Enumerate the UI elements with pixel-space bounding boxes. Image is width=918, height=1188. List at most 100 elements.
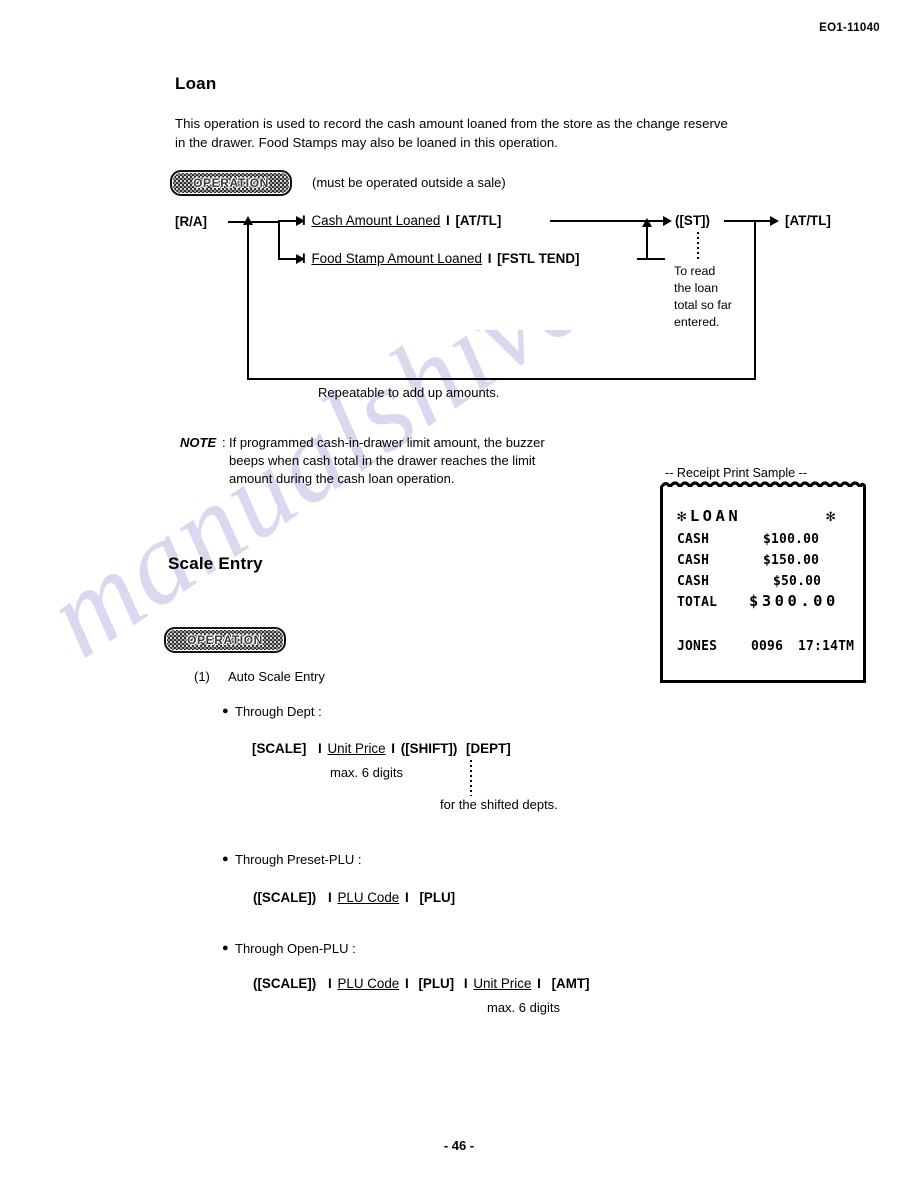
receipt-row-label-1: CASH: [677, 553, 710, 568]
loan-intro-line2: in the drawer. Food Stamps may also be l…: [175, 135, 558, 150]
operation-badge-label: OPERATION: [193, 176, 269, 190]
receipt-footer-clerk: JONES: [677, 639, 718, 654]
flow-stem-line: [228, 221, 280, 223]
scale-dept-key-shift: ([SHIFT]): [400, 741, 458, 756]
scale-open-sep-3: I: [463, 976, 468, 991]
scale-dept-dotted-line: [470, 760, 472, 796]
scale-preset-plu-title: Through Preset-PLU :: [235, 852, 362, 867]
scale-open-max-digits: max. 6 digits: [487, 1000, 560, 1015]
scale-open-field-plu-code: PLU Code: [337, 976, 400, 991]
scale-dept-key-scale: [SCALE]: [252, 741, 307, 756]
scale-item1-number: (1): [194, 669, 210, 684]
flow-sep-2: I: [446, 213, 450, 228]
receipt-title-right-star: ✻: [826, 507, 839, 525]
manual-page: manualshive.com EO1-11040 Loan This oper…: [0, 0, 918, 1188]
scale-dept-shift-note: for the shifted depts.: [440, 797, 558, 812]
scale-dept-sequence: [SCALE] I Unit Price I ([SHIFT]) [DEPT]: [252, 741, 511, 756]
flow-end-key: [AT/TL]: [785, 213, 831, 228]
receipt-row-label-2: CASH: [677, 574, 710, 589]
receipt-total-label: TOTAL: [677, 595, 718, 610]
flow-row1-line: [278, 220, 298, 222]
flow-row1-key: [AT/TL]: [455, 213, 502, 228]
scale-preset-key-scale: ([SCALE]): [253, 890, 317, 905]
scale-open-sep-4: I: [537, 976, 541, 991]
scale-dept-sep-1: I: [318, 741, 322, 756]
flow-spine-vertical: [247, 221, 249, 380]
flow-return-horizontal: [247, 378, 756, 380]
operation-badge-loan: OPERATION: [170, 170, 292, 196]
scale-open-key-plu: [PLU]: [418, 976, 455, 991]
receipt-title: ✻LOAN: [677, 507, 742, 525]
flow-st-arrow: [663, 216, 672, 226]
flow-sep-1: I: [302, 213, 306, 228]
receipt-row-amount-0: $100.00: [763, 532, 820, 547]
flow-row1-field: Cash Amount Loaned: [311, 213, 441, 228]
flow-return-vertical: [754, 221, 756, 380]
scale-open-plu-title: Through Open-PLU :: [235, 941, 356, 956]
scale-open-field-unit-price: Unit Price: [473, 976, 532, 991]
scale-open-key-amt: [AMT]: [551, 976, 590, 991]
flow-repeat-caption: Repeatable to add up amounts.: [318, 385, 500, 400]
document-header-code: EO1-11040: [819, 22, 880, 34]
flow-st-note-l4: entered.: [674, 315, 720, 329]
section-heading-scale-entry: Scale Entry: [168, 554, 263, 573]
scale-open-plu-sequence: ([SCALE]) I PLU Code I [PLU] I Unit Pric…: [253, 976, 590, 991]
flow-merge-arrow-up: [642, 218, 652, 227]
flow-st-dotted-line: [697, 232, 699, 262]
loan-intro-line1: This operation is used to record the cas…: [175, 116, 728, 131]
receipt-total-amount: $300.00: [749, 592, 839, 610]
receipt-footer-counter: 0096: [751, 639, 784, 654]
receipt-row-label-0: CASH: [677, 532, 710, 547]
scale-dept-max-digits: max. 6 digits: [330, 765, 403, 780]
note-line2: beeps when cash total in the drawer reac…: [229, 453, 536, 468]
receipt-row-amount-1: $150.00: [763, 553, 820, 568]
page-number: - 46 -: [443, 1138, 475, 1153]
scale-item1-label: Auto Scale Entry: [228, 669, 325, 684]
flow-sep-3: I: [302, 251, 306, 266]
flow-end-line: [724, 220, 772, 222]
note-colon: :: [222, 435, 226, 450]
receipt-body: ✻LOAN ✻ CASH $100.00 CASH $150.00 CASH $…: [663, 487, 863, 680]
flow-row2-line: [278, 258, 298, 260]
section-heading-loan: Loan: [175, 74, 217, 93]
loan-operation-note: (must be operated outside a sale): [312, 175, 506, 190]
flow-merge-vertical: [646, 226, 648, 260]
scale-preset-field-plu-code: PLU Code: [337, 890, 400, 905]
flow-st-note-l2: the loan: [674, 281, 719, 295]
scale-open-sep-1: I: [327, 976, 332, 991]
scale-dept-sep-2: I: [391, 741, 396, 756]
flow-row2-sequence: I Food Stamp Amount Loaned I [FSTL TEND]: [300, 251, 579, 266]
bullet-open-plu-icon: ●: [222, 942, 229, 954]
flow-end-arrow: [770, 216, 779, 226]
receipt-footer-time: 17:14TM: [798, 639, 855, 654]
note-line3: amount during the cash loan operation.: [229, 471, 455, 486]
scale-preset-sep-1: I: [327, 890, 332, 905]
flow-spine-arrow-up: [243, 216, 253, 225]
bullet-dept-icon: ●: [222, 705, 229, 717]
scale-open-sep-2: I: [404, 976, 409, 991]
scale-preset-sep-2: I: [404, 890, 409, 905]
flow-st-note-l3: total so far: [674, 298, 732, 312]
note-label: NOTE: [180, 435, 217, 450]
flow-st-key: ([ST]): [675, 213, 710, 228]
scale-dept-field-unit-price: Unit Price: [327, 741, 386, 756]
flow-merge-bottom-line: [637, 258, 665, 260]
flow-st-note: To read the loan total so far entered.: [674, 263, 732, 331]
scale-dept-title: Through Dept :: [235, 704, 322, 719]
flow-start-key: [R/A]: [175, 214, 207, 229]
scale-preset-key-plu: [PLU]: [419, 890, 456, 905]
flow-row2-field: Food Stamp Amount Loaned: [311, 251, 482, 266]
flow-row2-key: [FSTL TEND]: [497, 251, 580, 266]
bullet-preset-plu-icon: ●: [222, 853, 229, 865]
scale-open-key-scale: ([SCALE]): [253, 976, 317, 991]
operation-badge-scale-label: OPERATION: [187, 633, 263, 647]
receipt-print-sample: ✻LOAN ✻ CASH $100.00 CASH $150.00 CASH $…: [660, 487, 866, 683]
scale-dept-key-dept: [DEPT]: [466, 741, 511, 756]
operation-badge-scale: OPERATION: [164, 627, 286, 653]
flow-st-note-l1: To read: [674, 264, 716, 278]
flow-row1-sequence: I Cash Amount Loaned I [AT/TL]: [300, 213, 501, 228]
flow-sep-4: I: [487, 251, 492, 266]
receipt-row-amount-2: $50.00: [773, 574, 822, 589]
flow-branch-connector: [278, 221, 280, 259]
scale-preset-plu-sequence: ([SCALE]) I PLU Code I [PLU]: [253, 890, 455, 905]
